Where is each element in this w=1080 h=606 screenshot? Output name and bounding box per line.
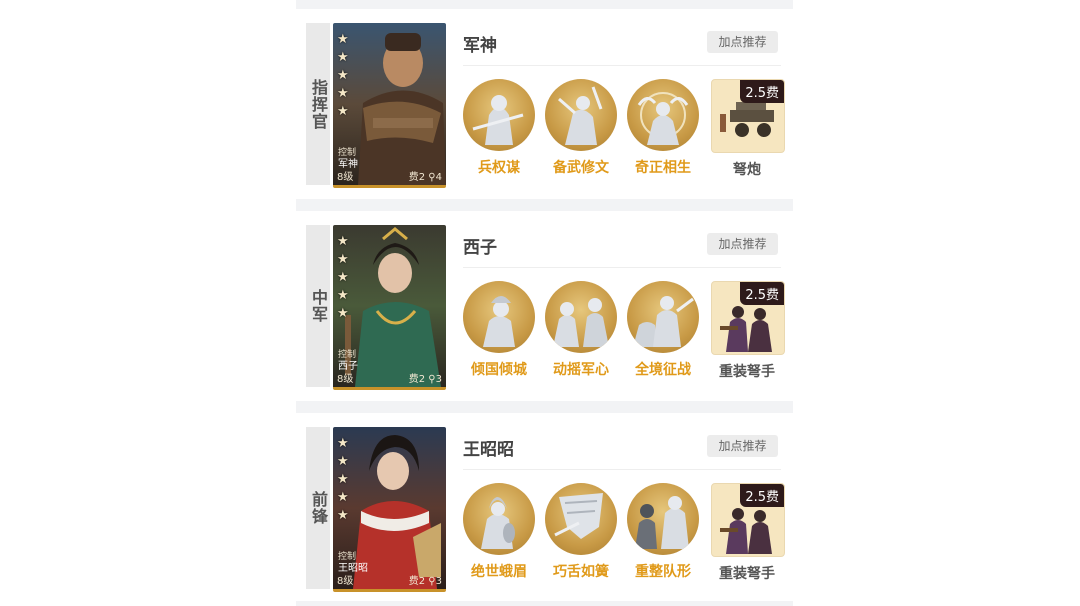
general-card[interactable]: ★ ★ ★ ★ ★ 控制 王昭昭 8级 费2 ⚲3 bbox=[333, 427, 446, 592]
star-rating: ★ ★ ★ ★ ★ bbox=[337, 234, 349, 321]
troop-cost-badge: 2.5费 bbox=[740, 282, 784, 305]
general-level: 8级 bbox=[337, 576, 354, 587]
soldier-sword-icon bbox=[463, 79, 535, 151]
skill-slot[interactable]: 倾国倾城 bbox=[463, 281, 539, 379]
general-level: 8级 bbox=[337, 172, 354, 183]
section-separator bbox=[296, 0, 793, 9]
range-icon: ⚲ bbox=[428, 172, 436, 183]
troop-slot[interactable]: 2.5费 弩炮 bbox=[711, 79, 785, 179]
general-card[interactable]: ★ ★ ★ ★ ★ 控制 军神 8级 费2 ⚲4 bbox=[333, 23, 446, 188]
skill-slot[interactable]: 兵权谋 bbox=[463, 79, 539, 177]
troop-slot[interactable]: 2.5费 重装弩手 bbox=[711, 281, 785, 381]
charging-army-icon bbox=[627, 281, 699, 353]
skill-name: 全境征战 bbox=[635, 362, 691, 378]
section-separator bbox=[296, 401, 793, 413]
heavy-crossbowman-icon: 2.5费 bbox=[711, 281, 785, 355]
banner-scroll-icon bbox=[545, 483, 617, 555]
skill-name: 重整队形 bbox=[635, 564, 691, 580]
divider bbox=[463, 65, 781, 66]
ballista-icon: 2.5费 bbox=[711, 79, 785, 153]
range-icon: ⚲ bbox=[428, 374, 436, 385]
troop-name: 重装弩手 bbox=[719, 566, 775, 582]
skill-name: 兵权谋 bbox=[478, 160, 520, 176]
recommend-button[interactable]: 加点推荐 bbox=[707, 31, 778, 53]
section-separator bbox=[296, 601, 793, 606]
card-tag: 控制 bbox=[338, 148, 357, 158]
skill-slot[interactable]: 动摇军心 bbox=[545, 281, 621, 379]
general-card[interactable]: ★ ★ ★ ★ ★ 控制 西子 8级 费2 ⚲3 bbox=[333, 225, 446, 390]
star-rating: ★ ★ ★ ★ ★ bbox=[337, 32, 349, 119]
troop-cost-badge: 2.5费 bbox=[740, 80, 784, 103]
two-soldiers-icon bbox=[545, 281, 617, 353]
role-label: 中军 bbox=[306, 225, 330, 387]
heavy-crossbowman-icon: 2.5费 bbox=[711, 483, 785, 557]
general-name: 军神 bbox=[463, 36, 497, 56]
skill-name: 巧舌如簧 bbox=[553, 564, 609, 580]
skill-slot[interactable]: 绝世蛾眉 bbox=[463, 483, 539, 581]
role-label: 前锋 bbox=[306, 427, 330, 589]
section-separator bbox=[296, 199, 793, 211]
general-row-center: 中军 ★ ★ ★ ★ ★ 控制 西子 8级 费2 ⚲3 西子 加点推荐 倾国倾城… bbox=[296, 211, 793, 390]
card-tag: 控制 bbox=[338, 350, 357, 360]
general-name: 西子 bbox=[463, 238, 497, 258]
divider bbox=[463, 267, 781, 268]
troop-name: 重装弩手 bbox=[719, 364, 775, 380]
skill-name: 绝世蛾眉 bbox=[471, 564, 527, 580]
lineup-panel: 指挥官 ★ ★ ★ ★ ★ 控制 军神 8级 费2 ⚲4 军神 加点推荐 兵权谋… bbox=[296, 0, 793, 606]
recommend-button[interactable]: 加点推荐 bbox=[707, 435, 778, 457]
skill-slot[interactable]: 备武修文 bbox=[545, 79, 621, 177]
skill-slot[interactable]: 重整队形 bbox=[627, 483, 703, 581]
troop-cost-badge: 2.5费 bbox=[740, 484, 784, 507]
general-row-commander: 指挥官 ★ ★ ★ ★ ★ 控制 军神 8级 费2 ⚲4 军神 加点推荐 兵权谋… bbox=[296, 9, 793, 188]
range-icon: ⚲ bbox=[428, 576, 436, 587]
meditating-figure-icon bbox=[627, 79, 699, 151]
skill-slot[interactable]: 奇正相生 bbox=[627, 79, 703, 177]
role-label: 指挥官 bbox=[306, 23, 330, 185]
general-level: 8级 bbox=[337, 374, 354, 385]
skill-name: 动摇军心 bbox=[553, 362, 609, 378]
general-cost: 费2 ⚲3 bbox=[408, 374, 442, 385]
general-cost: 费2 ⚲3 bbox=[408, 576, 442, 587]
skill-name: 奇正相生 bbox=[635, 160, 691, 176]
star-rating: ★ ★ ★ ★ ★ bbox=[337, 436, 349, 523]
armored-guard-icon bbox=[627, 483, 699, 555]
general-name: 王昭昭 bbox=[463, 440, 514, 460]
skill-slot[interactable]: 巧舌如簧 bbox=[545, 483, 621, 581]
lady-portrait-icon bbox=[463, 281, 535, 353]
troop-name: 弩炮 bbox=[733, 162, 761, 178]
recommend-button[interactable]: 加点推荐 bbox=[707, 233, 778, 255]
skill-name: 倾国倾城 bbox=[471, 362, 527, 378]
general-cost: 费2 ⚲4 bbox=[408, 172, 442, 183]
skill-slot[interactable]: 全境征战 bbox=[627, 281, 703, 379]
sword-strike-icon bbox=[545, 79, 617, 151]
general-row-vanguard: 前锋 ★ ★ ★ ★ ★ 控制 王昭昭 8级 费2 ⚲3 王昭昭 加点推荐 绝世… bbox=[296, 413, 793, 592]
card-tag: 控制 bbox=[338, 552, 357, 562]
troop-slot[interactable]: 2.5费 重装弩手 bbox=[711, 483, 785, 583]
pipa-lady-icon bbox=[463, 483, 535, 555]
divider bbox=[463, 469, 781, 470]
skill-name: 备武修文 bbox=[553, 160, 609, 176]
